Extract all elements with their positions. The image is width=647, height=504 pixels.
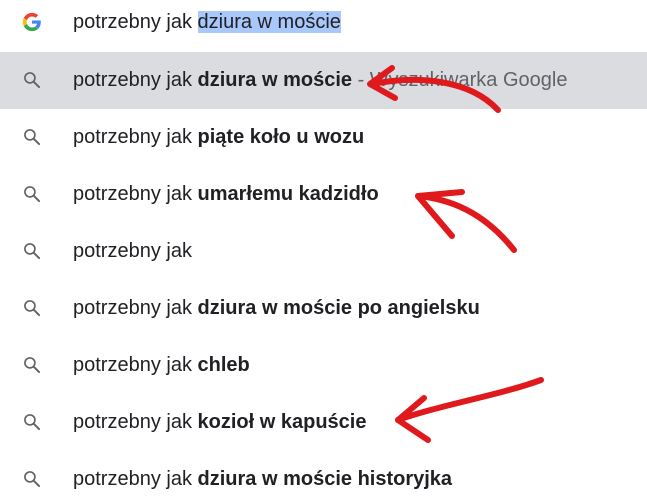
search-icon — [24, 300, 41, 317]
autocomplete-selection: dziura w moście — [197, 11, 341, 33]
omnibox-input-row[interactable]: potrzebny jak dziura w moście — [0, 0, 647, 46]
omnibox-dropdown: potrzebny jak dziura w moście potrzebny … — [0, 0, 647, 504]
suggestion-text: potrzebny jak piąte koło u wozu — [73, 126, 365, 148]
suggestion-item[interactable]: potrzebny jak piąte koło u wozu — [0, 109, 647, 166]
suggestion-text: potrzebny jak chleb — [73, 354, 250, 376]
suggestion-text: potrzebny jak dziura w moście historyjka — [73, 468, 453, 490]
suggestion-text: potrzebny jak umarłemu kadzidło — [73, 183, 379, 205]
suggestion-text: potrzebny jak kozioł w kapuście — [73, 411, 367, 433]
suggestion-list: potrzebny jak dziura w moście - Wyszukiw… — [0, 52, 647, 504]
typed-text: potrzebny jak — [73, 11, 198, 33]
suggestion-item[interactable]: potrzebny jak dziura w moście po angiels… — [0, 280, 647, 337]
search-icon — [24, 129, 41, 146]
search-icon — [24, 243, 41, 260]
search-icon — [24, 357, 41, 374]
suggestion-text: potrzebny jak dziura w moście po angiels… — [73, 297, 480, 319]
suggestion-item[interactable]: potrzebny jak dziura w moście - Wyszukiw… — [0, 52, 647, 109]
search-icon — [24, 186, 41, 203]
search-icon — [24, 414, 41, 431]
omnibox-input[interactable]: potrzebny jak dziura w moście — [73, 9, 341, 35]
suggestion-item[interactable]: potrzebny jak chleb — [0, 337, 647, 394]
suggestion-item[interactable]: potrzebny jak umarłemu kadzidło — [0, 166, 647, 223]
search-icon — [24, 72, 41, 89]
search-icon — [24, 471, 41, 488]
suggestion-text: potrzebny jak — [73, 240, 192, 262]
suggestion-item[interactable]: potrzebny jak — [0, 223, 647, 280]
google-logo-icon — [22, 12, 41, 32]
suggestion-item[interactable]: potrzebny jak dziura w moście historyjka — [0, 451, 647, 504]
suggestion-text: potrzebny jak dziura w moście - Wyszukiw… — [73, 69, 568, 91]
suggestion-item[interactable]: potrzebny jak kozioł w kapuście — [0, 394, 647, 451]
